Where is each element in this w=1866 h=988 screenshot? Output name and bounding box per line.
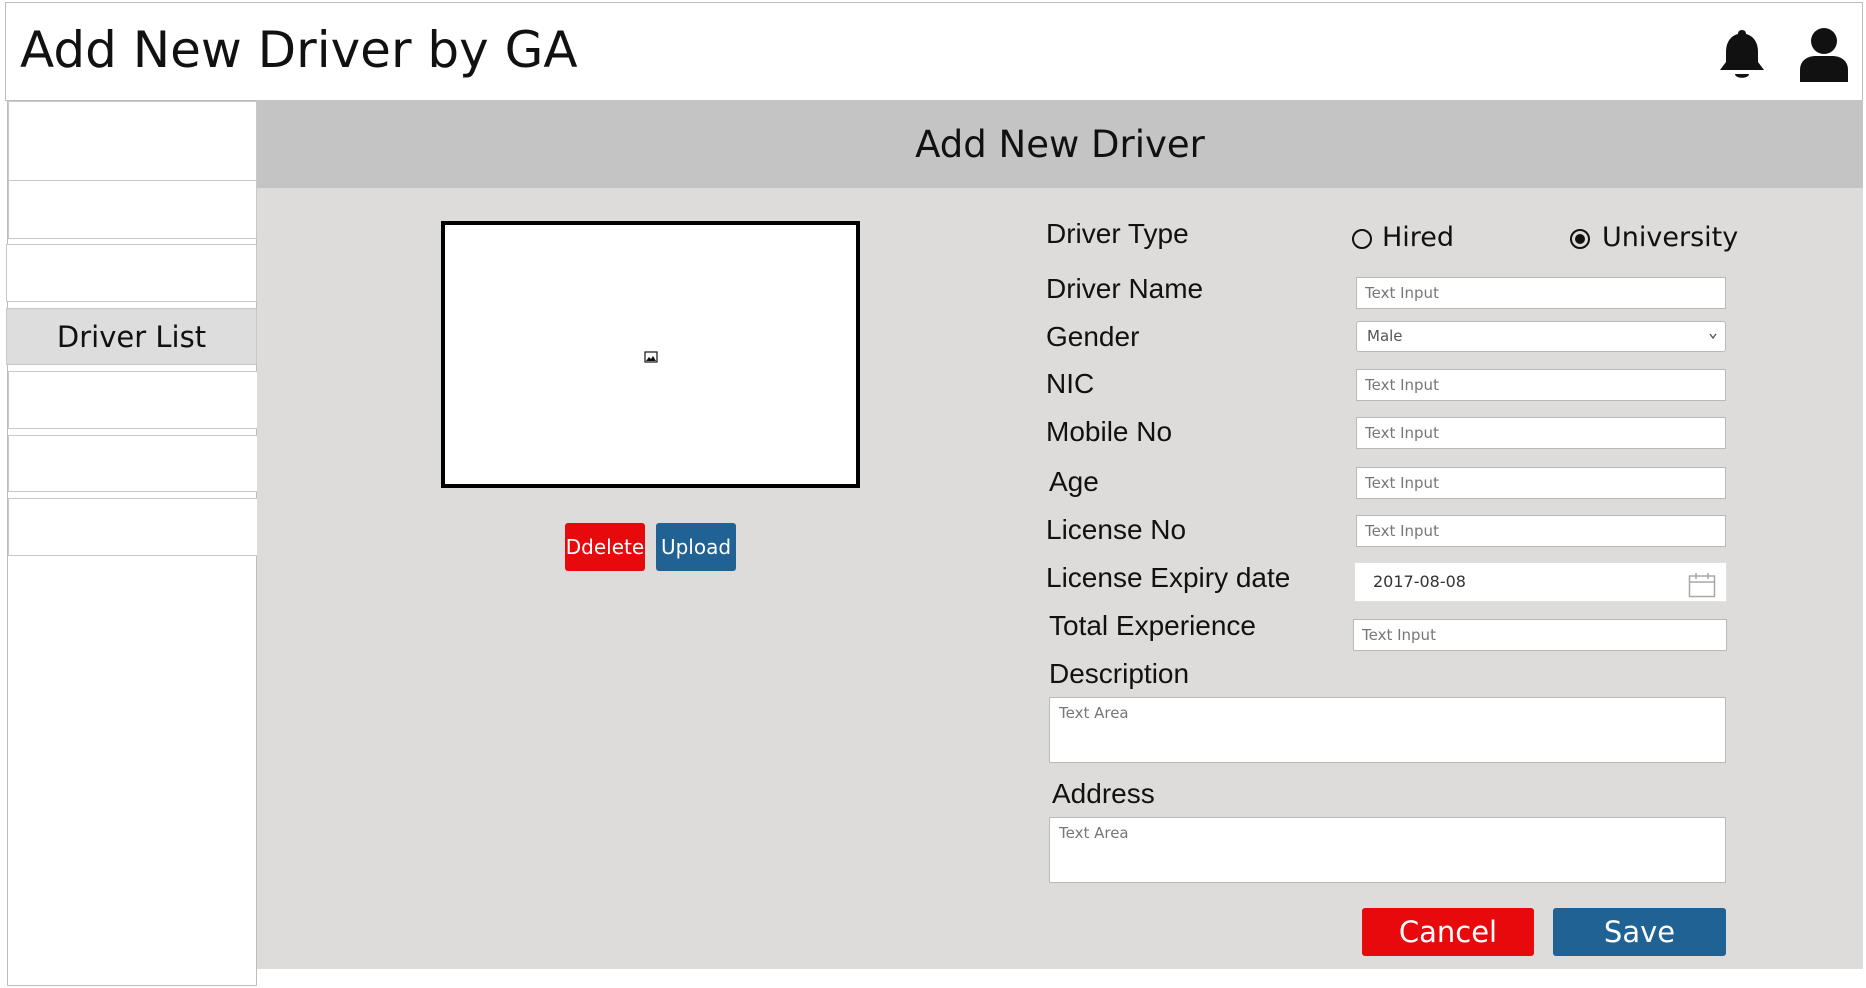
save-button[interactable]: Save <box>1553 908 1726 956</box>
sidebar-item-5[interactable] <box>8 371 258 429</box>
nic-label: NIC <box>1046 368 1095 399</box>
radio-hired-label[interactable]: Hired <box>1382 221 1454 255</box>
driver-name-label: Driver Name <box>1046 273 1204 304</box>
license-no-label: License No <box>1046 514 1187 545</box>
sidebar-item-label: Driver List <box>56 319 207 354</box>
upload-photo-button[interactable]: Upload <box>656 523 736 571</box>
nic-input[interactable] <box>1356 369 1726 401</box>
address-label: Address <box>1052 778 1155 809</box>
radio-university-label[interactable]: University <box>1602 221 1738 255</box>
radio-university[interactable] <box>1570 229 1590 249</box>
license-expiry-value: 2017-08-08 <box>1373 572 1466 591</box>
sidebar-item-7[interactable] <box>8 498 258 556</box>
sidebar-item-1[interactable] <box>8 101 257 181</box>
mobile-no-input[interactable] <box>1356 417 1726 449</box>
total-experience-input[interactable] <box>1353 619 1727 651</box>
license-expiry-label: License Expiry date <box>1046 562 1291 593</box>
page-title: Add New Driver <box>915 122 1205 166</box>
license-no-input[interactable] <box>1356 515 1726 547</box>
sidebar: Driver List <box>6 100 258 986</box>
radio-hired[interactable] <box>1352 229 1372 249</box>
description-textarea[interactable] <box>1049 697 1726 763</box>
license-expiry-date-picker[interactable]: 2017-08-08 <box>1354 562 1727 602</box>
calendar-icon[interactable] <box>1688 572 1716 598</box>
chevron-down-icon <box>1709 333 1717 340</box>
driver-type-label: Driver Type <box>1046 218 1189 249</box>
address-textarea[interactable] <box>1049 817 1726 883</box>
sidebar-item-driver-list[interactable]: Driver List <box>6 308 257 365</box>
sidebar-item-6[interactable] <box>8 435 258 492</box>
user-icon[interactable] <box>1796 26 1852 82</box>
gender-select-value: Male <box>1367 327 1403 345</box>
total-experience-label: Total Experience <box>1049 610 1257 641</box>
sidebar-item-2[interactable] <box>8 180 257 239</box>
age-label: Age <box>1049 466 1099 497</box>
app-title: Add New Driver by GA <box>20 21 578 79</box>
gender-select[interactable]: Male <box>1356 321 1726 352</box>
image-placeholder-icon <box>644 348 658 363</box>
gender-label: Gender <box>1046 321 1140 352</box>
description-label: Description <box>1049 658 1190 689</box>
bell-icon[interactable] <box>1716 28 1768 82</box>
sidebar-item-3[interactable] <box>6 244 257 302</box>
age-input[interactable] <box>1356 467 1726 499</box>
mobile-no-label: Mobile No <box>1046 416 1173 447</box>
radio-selected-dot <box>1575 234 1585 244</box>
delete-photo-button[interactable]: Ddelete <box>565 523 645 571</box>
cancel-button[interactable]: Cancel <box>1362 908 1534 956</box>
driver-name-input[interactable] <box>1356 277 1726 309</box>
